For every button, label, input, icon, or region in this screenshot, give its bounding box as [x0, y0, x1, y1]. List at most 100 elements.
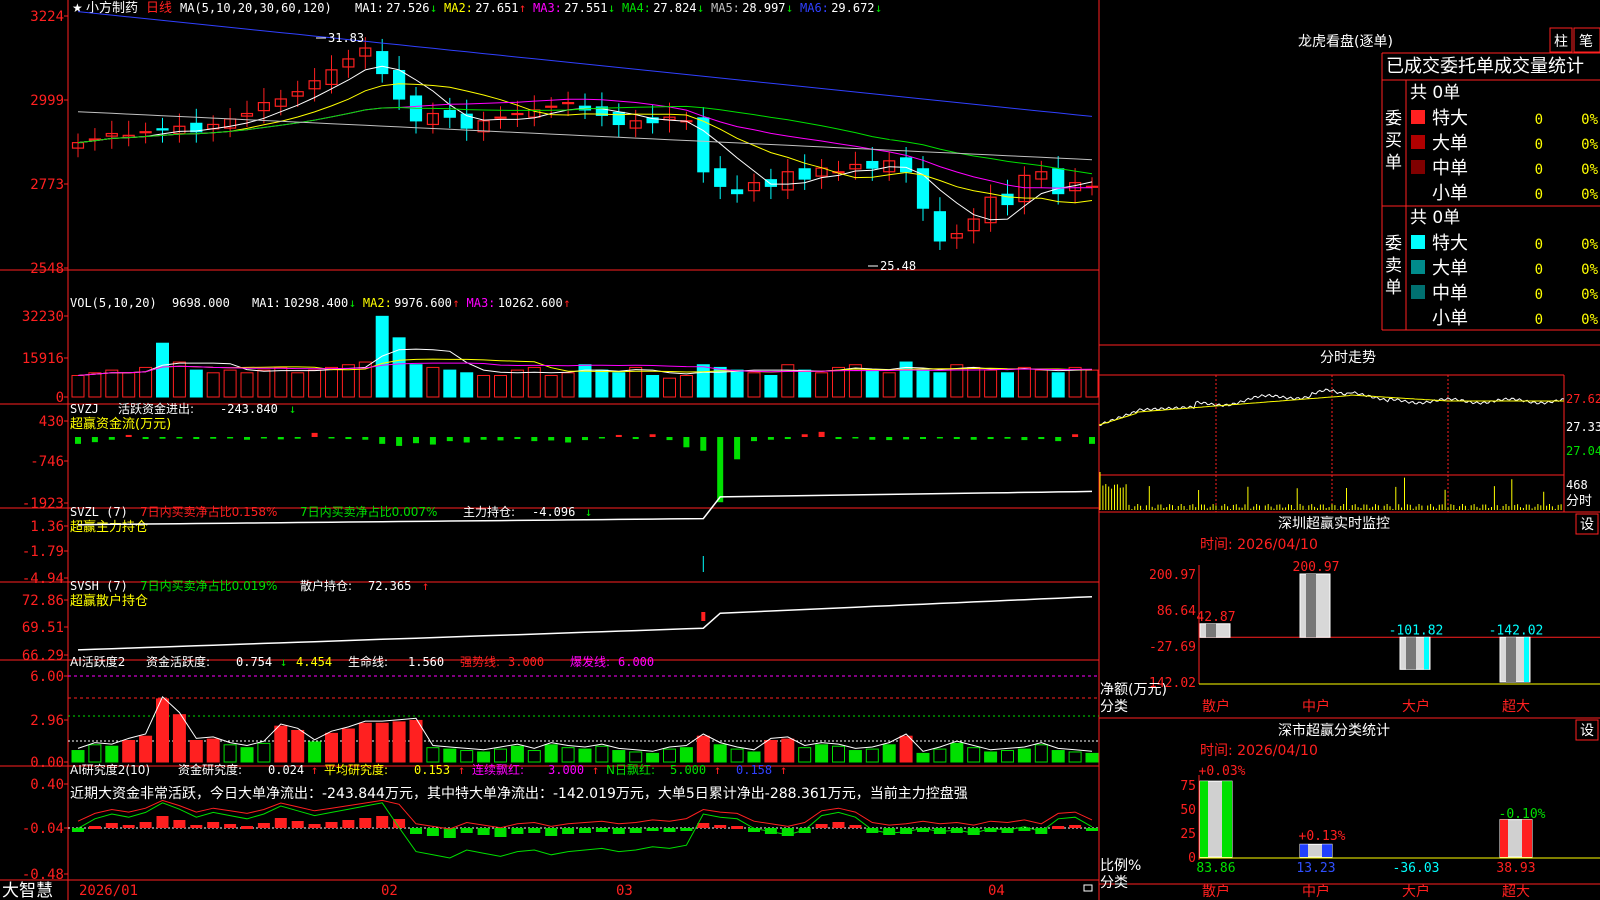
lock-icon[interactable]: [1083, 884, 1093, 892]
szm-value-label: -142.02: [1489, 623, 1544, 638]
svsh-panel-header: SVSH (7) 7日内买卖净占比0.019% 散户持仓: 72.365 ↑ 超…: [70, 578, 429, 609]
activity-bar: [561, 747, 575, 763]
flow-bar: [531, 437, 538, 442]
activity-bar: [764, 740, 778, 763]
szs-pct-label: +0.13%: [1299, 829, 1346, 844]
y-tick: 66.29: [22, 648, 64, 664]
activity-bar: [510, 745, 524, 763]
flow-bar: [514, 437, 521, 440]
szs-category: 大户: [1402, 883, 1430, 900]
ai-act-a1: ↓: [280, 655, 287, 669]
star-icon[interactable]: ★: [72, 1, 83, 15]
candle-body: [866, 160, 879, 169]
buy-side-label: 委买单: [1385, 109, 1402, 173]
svzl-arrow: ↓: [585, 505, 592, 519]
dragon-row-label: 大单: [1432, 258, 1468, 279]
activity-bar: [494, 748, 507, 763]
research-bar: [511, 828, 524, 834]
ma-value: 27.526: [386, 1, 429, 15]
candle-body: [494, 116, 507, 119]
intraday-vol-tick: 468: [1566, 478, 1588, 492]
y-tick: 3224: [30, 9, 64, 25]
activity-line: [77, 695, 1093, 752]
dragon-row-count: 0: [1535, 112, 1543, 128]
dragon-row-pct: 0%: [1581, 112, 1598, 128]
candle-body: [933, 211, 947, 242]
szs-value-label: 38.93: [1496, 861, 1535, 876]
y-tick: -4.94: [22, 571, 64, 587]
sz-stats-ylabel-1: 比例%: [1100, 858, 1141, 874]
szm-value-label: 200.97: [1293, 560, 1340, 575]
volume-bar: [409, 364, 423, 398]
flow-bar: [463, 437, 470, 443]
ma-label: MA2:: [444, 1, 473, 15]
dragon-row-count: 0: [1535, 137, 1543, 153]
volume-bar: [460, 372, 474, 398]
dragon-title: 龙虎看盘(逐单): [1298, 33, 1393, 50]
flow-bar: [615, 434, 622, 437]
volume-bar: [646, 374, 660, 398]
volume-bar: [510, 369, 524, 398]
retail-position-line: [77, 595, 1093, 651]
flow-bar: [903, 437, 910, 440]
flow-bar: [328, 437, 335, 439]
flow-bar: [1038, 437, 1045, 440]
ai-res-v2: 0.153: [414, 763, 450, 777]
research-bar: [426, 828, 439, 836]
szm-y-tick: 200.97: [1149, 568, 1196, 583]
research-bar: [274, 818, 287, 828]
flow-bar: [987, 437, 994, 440]
activity-bar: [679, 747, 693, 763]
retail-position-marker: [701, 612, 706, 621]
volume-bar: [172, 361, 186, 398]
flow-bar: [548, 437, 555, 441]
dragon-row-label: 中单: [1432, 283, 1468, 304]
intraday-y-3: 27.04: [1566, 444, 1600, 458]
activity-bar: [189, 740, 203, 763]
volume-bar: [696, 364, 710, 398]
volume-bar: [105, 369, 119, 398]
flow-bar: [751, 437, 757, 442]
sz-stats-time: 时间: 2026/04/10: [1200, 743, 1318, 759]
flow-bar: [1021, 437, 1028, 441]
flow-bar: [277, 437, 284, 440]
research-bar: [714, 825, 727, 828]
activity-bar: [443, 748, 457, 763]
szm-bar-shade: [1206, 623, 1216, 638]
volume-bar: [308, 369, 322, 398]
dragon-row-count: 0: [1535, 312, 1543, 328]
szs-value-label: 13.23: [1296, 861, 1335, 876]
svsh-text-1: 7日内买卖净占比0.019%: [140, 578, 277, 593]
flow-bar: [193, 437, 200, 440]
flow-bar: [886, 437, 893, 441]
retail-position-chart: [77, 595, 1093, 651]
candle-body: [899, 157, 913, 173]
dragon-row-label: 特大: [1432, 108, 1468, 129]
flow-bar: [429, 437, 436, 445]
research-bar: [241, 826, 253, 829]
candle-body: [798, 168, 811, 180]
research-bar: [579, 828, 591, 833]
research-bar: [342, 820, 355, 828]
szm-bar-shade: [1506, 637, 1516, 682]
research-bar: [697, 823, 710, 828]
flow-bar: [1004, 437, 1011, 439]
legend-swatch: [1411, 135, 1425, 149]
ma-arrow: ↓: [430, 1, 437, 15]
x-tick-jan: 2026/01: [79, 883, 138, 899]
volume-bar: [206, 372, 220, 398]
volume-bar: [1051, 372, 1065, 398]
activity-bar: [798, 747, 812, 763]
dragon-row-label: 中单: [1432, 158, 1468, 179]
dragon-row-pct: 0%: [1581, 287, 1598, 303]
price-panel-header: ★ 小方制药 日线 MA(5,10,20,30,60,120) MA1: 27.5…: [72, 0, 882, 16]
ai-res-v3: 3.000: [548, 763, 584, 777]
dragon-row-pct: 0%: [1581, 137, 1598, 153]
szs-category: 中户: [1302, 883, 1330, 900]
flow-bar: [649, 434, 656, 437]
buy-side-char: 买: [1385, 131, 1402, 151]
research-bar: [815, 824, 828, 828]
app-brand: 大智慧: [2, 881, 53, 900]
period-label[interactable]: 日线: [146, 1, 172, 16]
szm-bar-shade: [1406, 637, 1416, 670]
